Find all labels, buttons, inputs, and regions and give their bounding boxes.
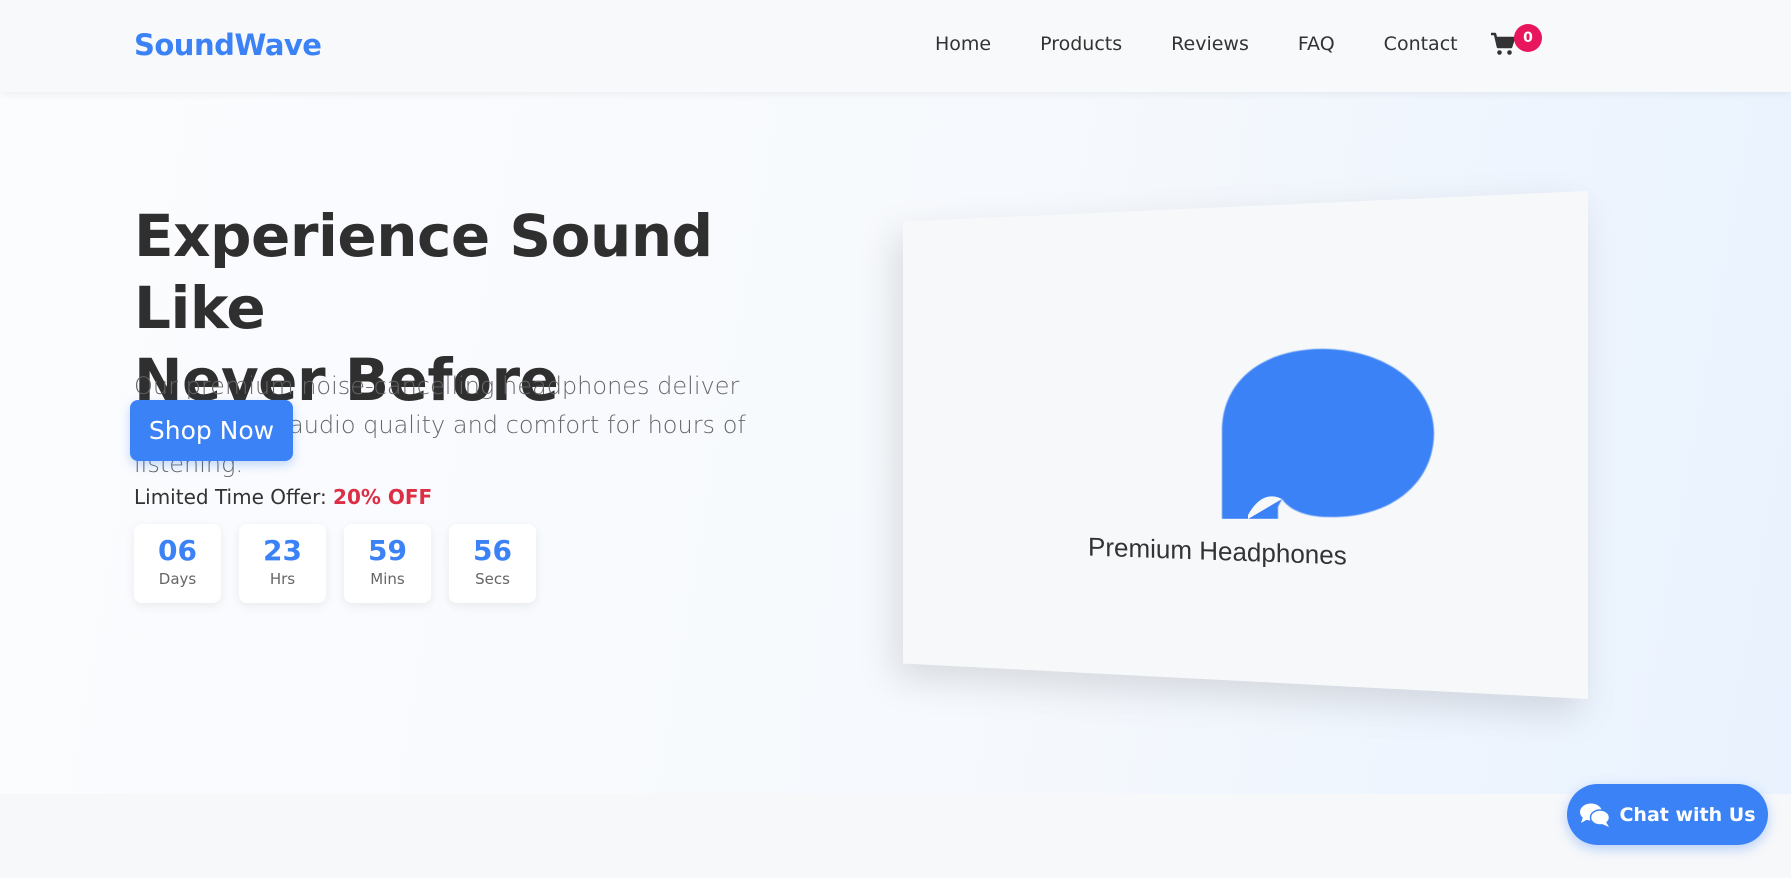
countdown-label: Days <box>158 570 197 588</box>
nav-products[interactable]: Products <box>1040 33 1122 55</box>
cart-icon <box>1491 32 1516 55</box>
countdown-days: 06 Days <box>134 524 221 603</box>
offer-discount: 20% OFF <box>333 485 433 509</box>
cart-button[interactable]: 0 <box>1490 24 1542 64</box>
countdown-value: 56 <box>473 534 512 567</box>
countdown-label: Mins <box>370 570 405 588</box>
nav-reviews[interactable]: Reviews <box>1171 33 1249 55</box>
countdown-seconds: 56 Secs <box>449 524 536 603</box>
chat-label: Chat with Us <box>1619 803 1756 826</box>
countdown-value: 23 <box>263 534 302 567</box>
nav-home[interactable]: Home <box>935 33 991 55</box>
limited-offer: Limited Time Offer: 20% OFF <box>134 485 432 509</box>
countdown-label: Secs <box>475 570 510 588</box>
next-section-strip <box>0 794 1791 878</box>
site-header: SoundWave Home Products Reviews FAQ Cont… <box>0 0 1791 92</box>
countdown-value: 06 <box>158 534 197 567</box>
chat-button[interactable]: Chat with Us <box>1567 784 1768 845</box>
countdown-timer: 06 Days 23 Hrs 59 Mins 56 Secs <box>134 524 554 603</box>
site-logo[interactable]: SoundWave <box>134 28 322 62</box>
nav-contact[interactable]: Contact <box>1384 33 1458 55</box>
cart-count-badge: 0 <box>1514 24 1542 52</box>
main-nav: Home Products Reviews FAQ Contact <box>935 33 1507 55</box>
shop-now-button[interactable]: Shop Now <box>130 400 293 461</box>
headphones-image-icon <box>1222 348 1434 519</box>
nav-faq[interactable]: FAQ <box>1298 33 1335 55</box>
countdown-label: Hrs <box>269 570 296 588</box>
countdown-value: 59 <box>368 534 407 567</box>
countdown-hours: 23 Hrs <box>239 524 326 603</box>
chat-bubbles-icon <box>1580 803 1611 827</box>
countdown-minutes: 59 Mins <box>344 524 431 603</box>
hero-title-line1: Experience Sound Like <box>134 202 713 342</box>
offer-label: Limited Time Offer: <box>134 485 327 509</box>
